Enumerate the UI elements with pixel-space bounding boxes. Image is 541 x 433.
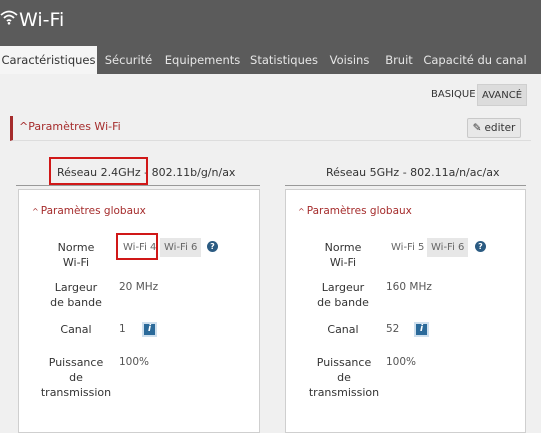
divider <box>16 185 260 186</box>
tab-caracteristiques[interactable]: Caractéristiques <box>0 46 97 74</box>
section-header[interactable]: ^Paramètres Wi-Fi <box>10 116 531 141</box>
tab-bar: Caractéristiques Sécurité Equipements St… <box>0 46 541 74</box>
canal-value: 1 <box>119 323 126 335</box>
puissance-label: Puissance de transmission <box>40 356 112 399</box>
highlight-box-network <box>49 157 148 185</box>
largeur-value: 20 MHz <box>119 281 159 293</box>
page-title: Wi-Fi <box>19 9 65 31</box>
puissance-label: Puissance de transmission <box>308 356 380 399</box>
info-icon[interactable]: i <box>142 322 157 337</box>
edit-button[interactable]: ✎ editer <box>467 118 521 138</box>
tab-equipements[interactable]: Equipements <box>160 46 245 74</box>
canal-label: Canal <box>327 323 359 336</box>
puissance-value: 100% <box>386 356 417 368</box>
panel-section-title[interactable]: ^ Paramètres globaux <box>32 205 146 217</box>
largeur-value: 160 MHz <box>386 281 432 293</box>
canal-label: Canal <box>60 323 92 336</box>
chevron-up-icon: ^ <box>32 207 39 216</box>
norme-label: Norme Wi-Fi <box>324 241 362 269</box>
tab-voisins[interactable]: Voisins <box>323 46 376 74</box>
network-title-5ghz: Réseau 5GHz - 802.11a/n/ac/ax <box>326 166 500 179</box>
help-icon[interactable]: ? <box>475 241 486 252</box>
panel-section-title[interactable]: ^ Paramètres globaux <box>298 205 412 217</box>
wifi-icon <box>0 10 18 25</box>
avance-toggle[interactable]: AVANCÉ <box>477 84 528 106</box>
largeur-label: Largeur de bande <box>50 281 102 309</box>
pencil-icon: ✎ <box>472 122 482 134</box>
norme-label: Norme Wi-Fi <box>57 241 95 269</box>
app-header: Wi-Fi <box>0 0 541 46</box>
network-standard-24ghz: - 802.11b/g/n/ax <box>140 166 236 179</box>
highlight-box-norme <box>116 233 158 260</box>
basique-toggle[interactable]: BASIQUE <box>427 84 480 106</box>
help-icon[interactable]: ? <box>207 241 218 252</box>
largeur-label: Largeur de bande <box>317 281 369 309</box>
divider <box>285 185 526 186</box>
canal-value: 52 <box>386 323 400 335</box>
section-title: ^Paramètres Wi-Fi <box>19 120 121 133</box>
puissance-value: 100% <box>119 356 150 368</box>
info-icon[interactable]: i <box>414 322 429 337</box>
chevron-up-icon: ^ <box>19 120 29 133</box>
tab-securite[interactable]: Sécurité <box>97 46 160 74</box>
option-wifi5[interactable]: Wi-Fi 5 <box>387 238 429 257</box>
tab-capacite-canal[interactable]: Capacité du canal <box>422 46 528 74</box>
option-wifi6[interactable]: Wi-Fi 6 <box>160 238 202 257</box>
option-wifi6[interactable]: Wi-Fi 6 <box>427 238 469 257</box>
tab-statistiques[interactable]: Statistiques <box>245 46 323 74</box>
tab-bruit[interactable]: Bruit <box>376 46 422 74</box>
chevron-up-icon: ^ <box>298 207 305 216</box>
